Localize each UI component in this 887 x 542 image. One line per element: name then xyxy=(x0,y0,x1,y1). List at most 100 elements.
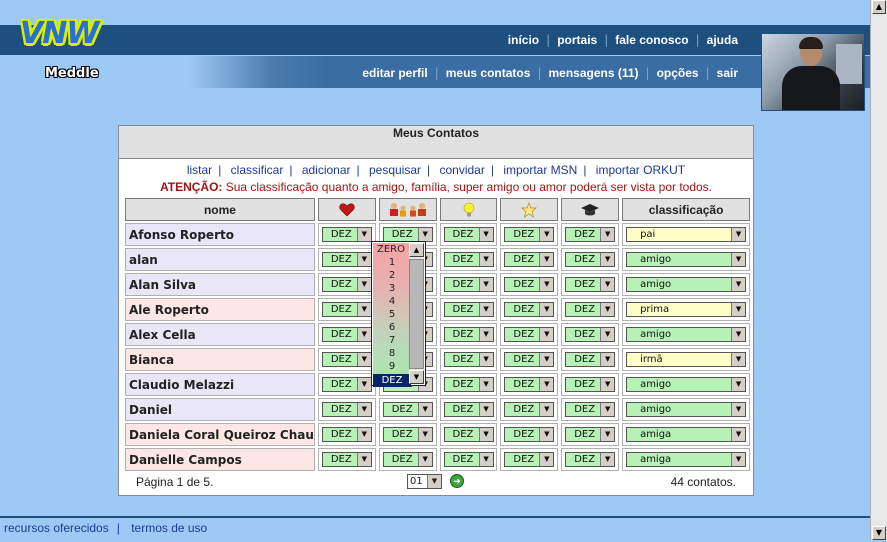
classification-select[interactable]: amiga ▼ xyxy=(626,452,747,467)
nav-portais[interactable]: portais xyxy=(550,33,604,47)
score-select[interactable]: DEZ▼ xyxy=(382,452,433,467)
nav-fale-conosco[interactable]: fale conosco xyxy=(608,33,695,47)
contact-name[interactable]: Alan Silva xyxy=(125,273,315,296)
score-select[interactable]: DEZ▼ xyxy=(443,227,494,242)
score-select[interactable]: DEZ▼ xyxy=(443,252,494,267)
score-select[interactable]: DEZ▼ xyxy=(443,402,494,417)
contact-name[interactable]: Bianca xyxy=(125,348,315,371)
scroll-up-icon[interactable]: ▲ xyxy=(872,0,886,14)
score-select[interactable]: DEZ▼ xyxy=(565,352,616,367)
score-option[interactable]: 6 xyxy=(373,321,411,334)
nav-editar-perfil[interactable]: editar perfil xyxy=(355,66,434,80)
action-pesquisar[interactable]: pesquisar xyxy=(369,163,421,177)
score-option[interactable]: 5 xyxy=(373,308,411,321)
score-option[interactable]: 2 xyxy=(373,269,411,282)
classification-select[interactable]: amigo ▼ xyxy=(626,377,747,392)
classification-select[interactable]: irmã ▼ xyxy=(626,352,747,367)
score-select[interactable]: DEZ▼ xyxy=(504,352,555,367)
nav-meus-contatos[interactable]: meus contatos xyxy=(439,66,538,80)
classification-select[interactable]: amigo ▼ xyxy=(626,277,747,292)
scroll-down-icon[interactable]: ▼ xyxy=(409,370,424,384)
header-classificacao[interactable]: classificação xyxy=(622,198,750,221)
score-select[interactable]: DEZ▼ xyxy=(565,277,616,292)
score-dropdown-list[interactable]: ZERO 1 2 3 4 5 6 7 8 9 DEZ ▲ ▼ xyxy=(371,241,426,387)
score-select[interactable]: DEZ▼ xyxy=(565,427,616,442)
score-select[interactable]: DEZ▼ xyxy=(504,377,555,392)
score-option[interactable]: DEZ xyxy=(373,374,411,387)
score-select[interactable]: DEZ▼ xyxy=(443,452,494,467)
score-select[interactable]: DEZ▼ xyxy=(443,352,494,367)
score-select[interactable]: DEZ▼ xyxy=(504,252,555,267)
score-select[interactable]: DEZ▼ xyxy=(565,327,616,342)
score-select[interactable]: DEZ▼ xyxy=(321,227,372,242)
score-select[interactable]: DEZ▼ xyxy=(321,427,372,442)
score-option[interactable]: 1 xyxy=(373,256,411,269)
score-option[interactable]: 8 xyxy=(373,347,411,360)
go-arrow-button[interactable]: ➜ xyxy=(450,474,464,488)
nav-ajuda[interactable]: ajuda xyxy=(700,33,745,47)
action-classificar[interactable]: classificar xyxy=(231,163,284,177)
score-select[interactable]: DEZ▼ xyxy=(565,377,616,392)
score-select[interactable]: DEZ▼ xyxy=(321,402,372,417)
classification-select[interactable]: amigo ▼ xyxy=(626,327,747,342)
score-select[interactable]: DEZ▼ xyxy=(565,402,616,417)
score-select[interactable]: DEZ▼ xyxy=(504,402,555,417)
score-select[interactable]: DEZ▼ xyxy=(565,227,616,242)
score-select[interactable]: DEZ▼ xyxy=(565,452,616,467)
nav-mensagens[interactable]: mensagens (11) xyxy=(541,66,645,80)
contact-name[interactable]: alan xyxy=(125,248,315,271)
classification-select[interactable]: pai ▼ xyxy=(626,227,747,242)
score-select[interactable]: DEZ▼ xyxy=(443,427,494,442)
score-select[interactable]: DEZ▼ xyxy=(321,302,372,317)
action-adicionar[interactable]: adicionar xyxy=(302,163,351,177)
contact-name[interactable]: Daniela Coral Queiroz Chau xyxy=(125,423,315,446)
score-select[interactable]: DEZ▼ xyxy=(321,277,372,292)
scroll-down-icon[interactable]: ▼ xyxy=(872,526,886,540)
page-scrollbar[interactable]: ▲ ▼ xyxy=(870,0,887,540)
score-select[interactable]: DEZ▼ xyxy=(382,227,433,242)
classification-select[interactable]: amiga ▼ xyxy=(626,427,747,442)
nav-sair[interactable]: sair xyxy=(710,66,745,80)
classification-select[interactable]: amigo ▼ xyxy=(626,402,747,417)
footer-termos[interactable]: termos de uso xyxy=(131,521,207,535)
classification-select[interactable]: amigo ▼ xyxy=(626,252,747,267)
score-select[interactable]: DEZ▼ xyxy=(504,227,555,242)
contact-name[interactable]: Claudio Melazzi xyxy=(125,373,315,396)
scroll-thumb[interactable] xyxy=(409,259,424,369)
score-select[interactable]: DEZ▼ xyxy=(321,352,372,367)
score-select[interactable]: DEZ▼ xyxy=(382,427,433,442)
score-select[interactable]: DEZ▼ xyxy=(504,427,555,442)
action-listar[interactable]: listar xyxy=(187,163,212,177)
score-select[interactable]: DEZ▼ xyxy=(504,452,555,467)
contact-name[interactable]: Afonso Roperto xyxy=(125,223,315,246)
score-select[interactable]: DEZ▼ xyxy=(321,377,372,392)
score-select[interactable]: DEZ▼ xyxy=(443,302,494,317)
vnw-logo[interactable]: VNW xyxy=(12,12,122,62)
contact-name[interactable]: Ale Roperto xyxy=(125,298,315,321)
action-importar-orkut[interactable]: importar ORKUT xyxy=(596,163,685,177)
header-nome[interactable]: nome xyxy=(125,198,315,221)
nav-inicio[interactable]: início xyxy=(501,33,546,47)
profile-photo[interactable] xyxy=(761,33,865,111)
score-select[interactable]: DEZ▼ xyxy=(443,327,494,342)
score-select[interactable]: DEZ▼ xyxy=(504,327,555,342)
nav-opcoes[interactable]: opções xyxy=(650,66,706,80)
page-select[interactable]: 01 ▼ xyxy=(407,474,442,489)
score-select[interactable]: DEZ▼ xyxy=(565,252,616,267)
score-select[interactable]: DEZ▼ xyxy=(321,327,372,342)
score-option[interactable]: ZERO xyxy=(373,243,411,256)
score-select[interactable]: DEZ▼ xyxy=(565,302,616,317)
contact-name[interactable]: Alex Cella xyxy=(125,323,315,346)
score-select[interactable]: DEZ▼ xyxy=(382,402,433,417)
score-select[interactable]: DEZ▼ xyxy=(504,277,555,292)
score-select[interactable]: DEZ▼ xyxy=(321,252,372,267)
score-option[interactable]: 9 xyxy=(373,360,411,373)
dropdown-scrollbar[interactable]: ▲ ▼ xyxy=(409,243,424,384)
scroll-up-icon[interactable]: ▲ xyxy=(409,243,424,257)
score-option[interactable]: 4 xyxy=(373,295,411,308)
footer-recursos[interactable]: recursos oferecidos xyxy=(4,521,109,535)
score-select[interactable]: DEZ▼ xyxy=(321,452,372,467)
contact-name[interactable]: Daniel xyxy=(125,398,315,421)
classification-select[interactable]: prima ▼ xyxy=(626,302,747,317)
score-select[interactable]: DEZ▼ xyxy=(443,377,494,392)
